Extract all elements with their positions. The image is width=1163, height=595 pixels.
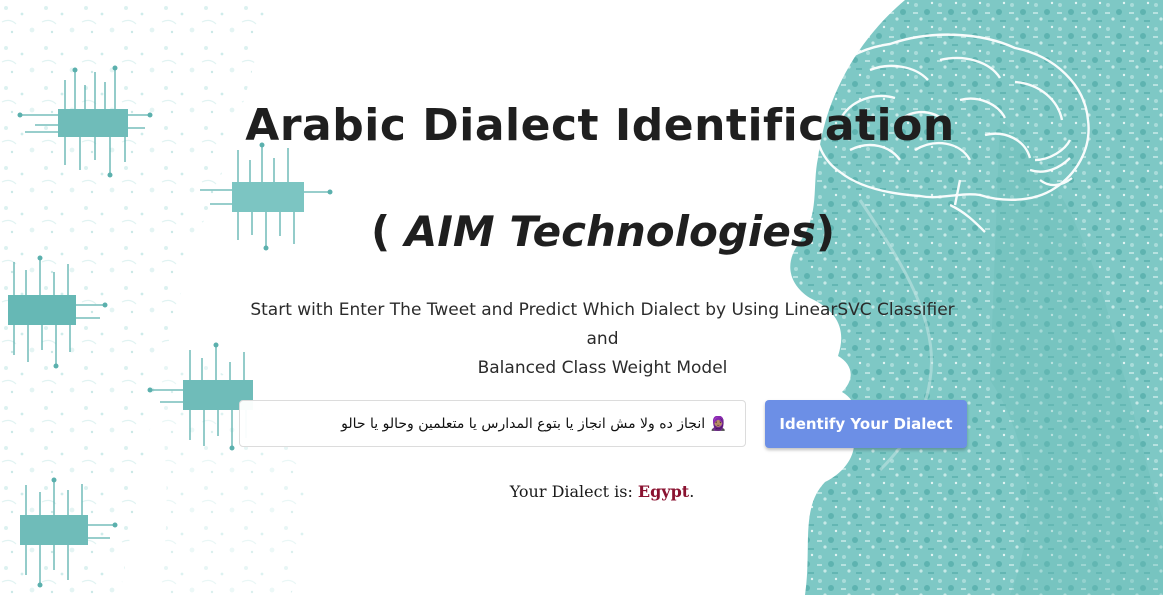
page: Arabic Dialect Identification ( AIM Tech… [0,0,1163,595]
result-suffix: . [689,482,695,501]
description-line-2: Balanced Class Weight Model [477,358,728,378]
page-title: Arabic Dialect Identification [245,100,955,151]
identify-dialect-button[interactable]: Identify Your Dialect [765,400,967,448]
subtitle-close-paren: ) [815,207,836,256]
brand-name: AIM Technologies [404,207,816,256]
prediction-result: Your Dialect is: Egypt. [0,482,1163,501]
subtitle-open-paren: ( [370,207,405,256]
tweet-input[interactable] [239,400,746,447]
page-description: Start with Enter The Tweet and Predict W… [245,296,960,383]
page-subtitle: ( AIM Technologies) [0,207,1163,256]
description-line-1: Start with Enter The Tweet and Predict W… [250,300,955,349]
result-dialect-value: Egypt [637,482,690,501]
result-label: Your Dialect is: [509,482,638,501]
